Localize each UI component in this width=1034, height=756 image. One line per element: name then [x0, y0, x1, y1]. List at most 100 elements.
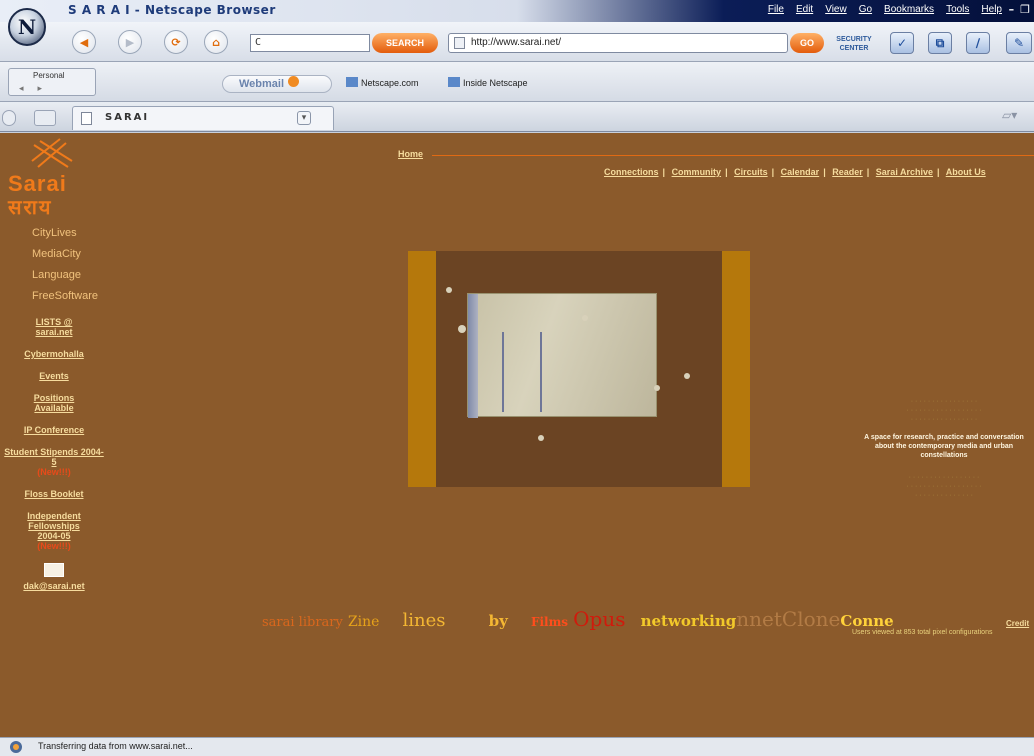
menu-file[interactable]: File [768, 4, 784, 15]
banner-word: networking [640, 612, 737, 630]
back-button[interactable]: ◀ [72, 30, 96, 54]
nav-citylives[interactable]: CityLives [32, 227, 98, 248]
nav-circuits[interactable]: Circuits [734, 167, 768, 177]
nav-connections[interactable]: Connections [604, 167, 659, 177]
nav-about-us[interactable]: About Us [946, 167, 986, 177]
window-title: S A R A I - Netscape Browser [68, 3, 276, 17]
nav-events[interactable]: Events [4, 371, 104, 381]
frame-left-bar [408, 251, 436, 487]
banner-word: sarai library [262, 615, 343, 630]
menu-bar: File Edit View Go Bookmarks Tools Help [768, 4, 1002, 15]
nav-calendar[interactable]: Calendar [781, 167, 820, 177]
menu-go[interactable]: Go [859, 4, 872, 15]
scrolling-banner[interactable]: sarai library Zine lines by Films Opus n… [262, 607, 894, 631]
banner-word: by [488, 612, 508, 630]
search-input[interactable]: C [250, 34, 370, 52]
menu-edit[interactable]: Edit [796, 4, 813, 15]
history-arrows-icon[interactable]: ◂▸ [19, 84, 56, 94]
nav-lists[interactable]: LISTS @ sarai.net [22, 317, 86, 337]
tab-list-icon[interactable]: ▱▾ [1002, 108, 1030, 126]
banner-word: nnetClone [736, 607, 841, 631]
decor-dot [654, 385, 660, 391]
webmail-label: Webmail [239, 78, 285, 90]
secondary-nav: LISTS @ sarai.net Cybermohalla Events Po… [4, 317, 104, 603]
nav-mediacity[interactable]: MediaCity [32, 248, 98, 269]
window-controls: – ❐ [1009, 3, 1030, 16]
search-button[interactable]: SEARCH [372, 33, 438, 53]
page-icon [81, 112, 92, 125]
sarai-hindi-wordmark: सराय [8, 195, 53, 219]
decor-dot [446, 287, 452, 293]
decor-dot [538, 435, 544, 441]
popup-blocker-icon[interactable]: ⧉ [928, 32, 952, 54]
url-text: http://www.sarai.net/ [471, 37, 562, 48]
faded-text-block: · · · · · · · · · · · · · · · · · · · · ·… [906, 474, 982, 499]
tab-menu-button[interactable]: ▾ [297, 111, 311, 125]
nav-freesoftware[interactable]: FreeSoftware [32, 290, 98, 311]
url-field[interactable]: http://www.sarai.net/ [448, 33, 788, 53]
banner-word: Opus [573, 607, 626, 631]
reload-button[interactable]: ⟳ [164, 30, 188, 54]
nav-ip-conference[interactable]: IP Conference [4, 425, 104, 435]
reload-icon: ⟳ [171, 35, 181, 49]
credit-link[interactable]: Credit [1006, 619, 1029, 628]
personal-label: Personal [33, 71, 65, 80]
compose-icon[interactable]: ✎ [1006, 32, 1032, 54]
folder-icon [448, 77, 460, 87]
bookmark-label: Netscape.com [361, 78, 419, 88]
new-badge: (New!!!) [37, 541, 71, 551]
tab-sarai[interactable]: SARAI ▾ [72, 106, 334, 130]
footer-note: Users viewed at 853 total pixel configur… [852, 629, 993, 636]
personal-toolbar: Personal ◂▸ Webmail Netscape.com Inside … [0, 62, 1034, 102]
menu-view[interactable]: View [825, 4, 847, 15]
tab-label: SARAI [105, 112, 150, 123]
faded-text-block: · · · · · · · · · · · · · · · · · · · · ·… [906, 398, 982, 423]
banner-word: Zine [347, 614, 380, 630]
home-icon: ⌂ [212, 35, 220, 49]
tagline: A space for research, practice and conve… [864, 434, 1024, 459]
nav-dak-email[interactable]: dak@sarai.net [4, 581, 104, 591]
nav-sarai-archive[interactable]: Sarai Archive [876, 167, 933, 177]
nav-independent-fellowships[interactable]: Independent Fellowships 2004-05 [20, 511, 88, 541]
loading-icon [10, 741, 22, 753]
nav-student-stipends[interactable]: Student Stipends 2004-5 [4, 447, 104, 467]
bookmark-netscape[interactable]: Netscape.com [346, 77, 419, 88]
nav-language[interactable]: Language [32, 269, 98, 290]
nav-positions[interactable]: Positions Available [26, 393, 82, 413]
new-badge: (New!!!) [37, 467, 71, 477]
bookmark-inside-netscape[interactable]: Inside Netscape [448, 77, 528, 88]
restore-button[interactable]: ❐ [1020, 3, 1030, 16]
status-bar: Transferring data from www.sarai.net... [0, 737, 1034, 756]
netscape-bookmark-icon [346, 77, 358, 87]
nav-cybermohalla[interactable]: Cybermohalla [4, 349, 104, 359]
minimize-button[interactable]: – [1009, 3, 1015, 16]
new-tab-button[interactable] [34, 110, 56, 126]
frame-right-bar [722, 251, 750, 487]
page-icon [454, 37, 465, 49]
tab-scroll-left-button[interactable] [2, 110, 16, 126]
go-button[interactable]: GO [790, 33, 824, 53]
menu-help[interactable]: Help [981, 4, 1002, 15]
menu-bookmarks[interactable]: Bookmarks [884, 4, 934, 15]
banner-word: lines [402, 610, 446, 631]
nav-community[interactable]: Community [672, 167, 722, 177]
nav-reader[interactable]: Reader [832, 167, 863, 177]
title-bar: S A R A I - Netscape Browser File Edit V… [0, 0, 1034, 22]
shield-icon[interactable]: ✓ [890, 32, 914, 54]
security-center-button[interactable]: SECURITY CENTER [830, 31, 878, 53]
menu-tools[interactable]: Tools [946, 4, 969, 15]
pencil-icon[interactable]: ∕ [966, 32, 990, 54]
forward-button[interactable]: ▶ [118, 30, 142, 54]
netscape-logo: N [8, 8, 46, 46]
divider [432, 155, 1034, 156]
personal-dropdown[interactable]: Personal ◂▸ [8, 68, 96, 96]
feature-photo[interactable] [467, 293, 657, 418]
home-link[interactable]: Home [398, 149, 423, 159]
home-button[interactable]: ⌂ [204, 30, 228, 54]
forward-icon: ▶ [125, 35, 135, 49]
bookmark-label: Inside Netscape [463, 78, 528, 88]
decor-dot [582, 315, 588, 321]
mail-icon[interactable] [4, 563, 104, 579]
webmail-button[interactable]: Webmail [222, 75, 332, 93]
nav-floss-booklet[interactable]: Floss Booklet [4, 489, 104, 499]
